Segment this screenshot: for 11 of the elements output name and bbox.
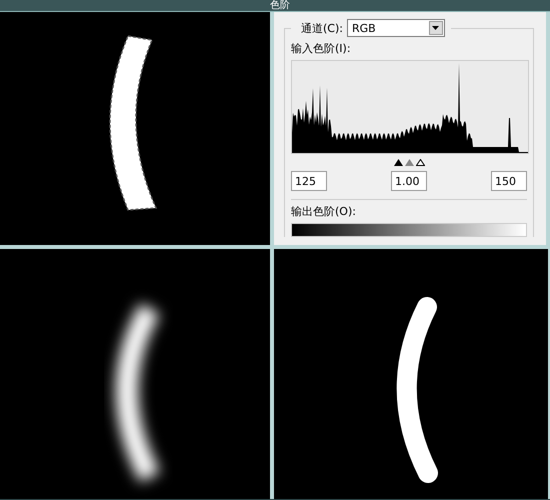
- input-level-field[interactable]: 150: [491, 171, 527, 191]
- shadow-slider-icon[interactable]: [394, 159, 402, 166]
- channel-label: 通道(C):: [301, 20, 343, 36]
- channel-dropdown[interactable]: RGB: [346, 19, 445, 37]
- input-level-field[interactable]: 1.00: [391, 171, 427, 191]
- output-levels-label: 输出色阶(O):: [291, 204, 356, 219]
- input-levels-label: 输入色阶(I):: [291, 41, 351, 56]
- input-level-field[interactable]: 125: [291, 171, 327, 191]
- window-title: 色阶: [270, 0, 290, 11]
- highlight-slider-icon[interactable]: [416, 159, 424, 166]
- midtone-slider-icon[interactable]: [404, 159, 414, 166]
